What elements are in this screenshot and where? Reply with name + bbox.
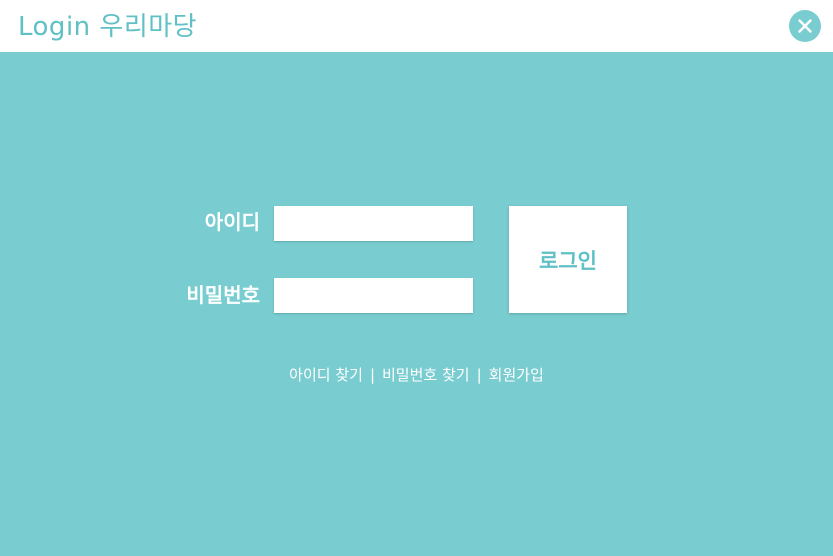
find-password-link[interactable]: 비밀번호 찾기 xyxy=(382,366,470,384)
signup-link[interactable]: 회원가입 xyxy=(489,366,544,384)
password-input[interactable] xyxy=(274,278,473,313)
account-links: 아이디 찾기 | 비밀번호 찾기 | 회원가입 xyxy=(0,364,833,386)
page-title: Login 우리마당 xyxy=(18,12,198,42)
close-icon xyxy=(798,19,812,33)
link-separator: | xyxy=(476,366,482,384)
link-separator: | xyxy=(369,366,375,384)
password-label: 비밀번호 xyxy=(186,283,260,307)
login-button[interactable]: 로그인 xyxy=(509,206,627,313)
close-button[interactable] xyxy=(789,10,821,42)
header-bar: Login 우리마당 xyxy=(0,0,833,52)
id-input[interactable] xyxy=(274,206,473,241)
find-id-link[interactable]: 아이디 찾기 xyxy=(289,366,363,384)
id-label: 아이디 xyxy=(204,210,260,234)
